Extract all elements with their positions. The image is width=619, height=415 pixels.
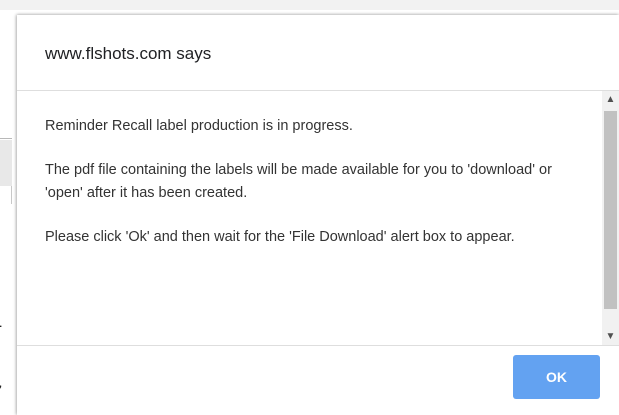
chevron-up-icon[interactable]: ▲ bbox=[602, 91, 619, 108]
dialog-message: Reminder Recall label production is in p… bbox=[45, 115, 590, 270]
alert-dialog: www.flshots.com says Reminder Recall lab… bbox=[17, 15, 619, 415]
ok-button[interactable]: OK bbox=[513, 355, 600, 399]
scrollbar-thumb[interactable] bbox=[604, 111, 617, 309]
dialog-message-area[interactable]: Reminder Recall label production is in p… bbox=[17, 90, 619, 346]
background-band bbox=[0, 140, 12, 186]
background-top-strip bbox=[0, 0, 619, 10]
message-paragraph: Reminder Recall label production is in p… bbox=[45, 118, 353, 134]
message-scrollbar[interactable]: ▲ ▼ bbox=[602, 91, 619, 345]
background-row-fragment: 1 bbox=[0, 314, 12, 330]
background-divider bbox=[0, 138, 12, 139]
background-cell bbox=[0, 186, 12, 204]
background-row-fragment: 7 bbox=[0, 382, 12, 398]
chevron-down-icon[interactable]: ▼ bbox=[602, 328, 619, 345]
background-row-fragment: r bbox=[0, 348, 12, 364]
message-paragraph: The pdf file containing the labels will … bbox=[45, 162, 552, 201]
message-paragraph: Please click 'Ok' and then wait for the … bbox=[45, 229, 515, 245]
dialog-origin-title: www.flshots.com says bbox=[45, 44, 212, 63]
